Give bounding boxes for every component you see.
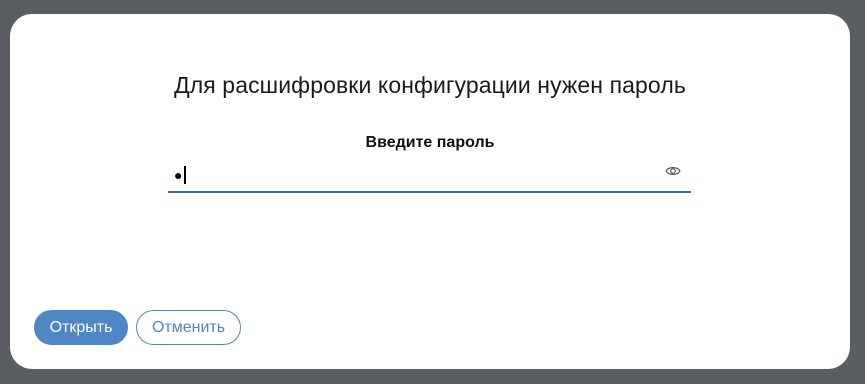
password-field[interactable]: ● [168,161,691,193]
password-label: Введите пароль [365,134,495,151]
password-masked-value: ● [174,167,183,183]
open-button[interactable]: Открыть [34,310,128,345]
dialog-title: Для расшифровки конфигурации нужен парол… [174,72,686,98]
decrypt-config-dialog: Для расшифровки конфигурации нужен парол… [10,14,850,369]
eye-icon[interactable] [665,165,681,177]
cancel-button[interactable]: Отменить [136,310,241,345]
text-caret [184,166,186,184]
password-input[interactable]: ● [174,165,186,185]
